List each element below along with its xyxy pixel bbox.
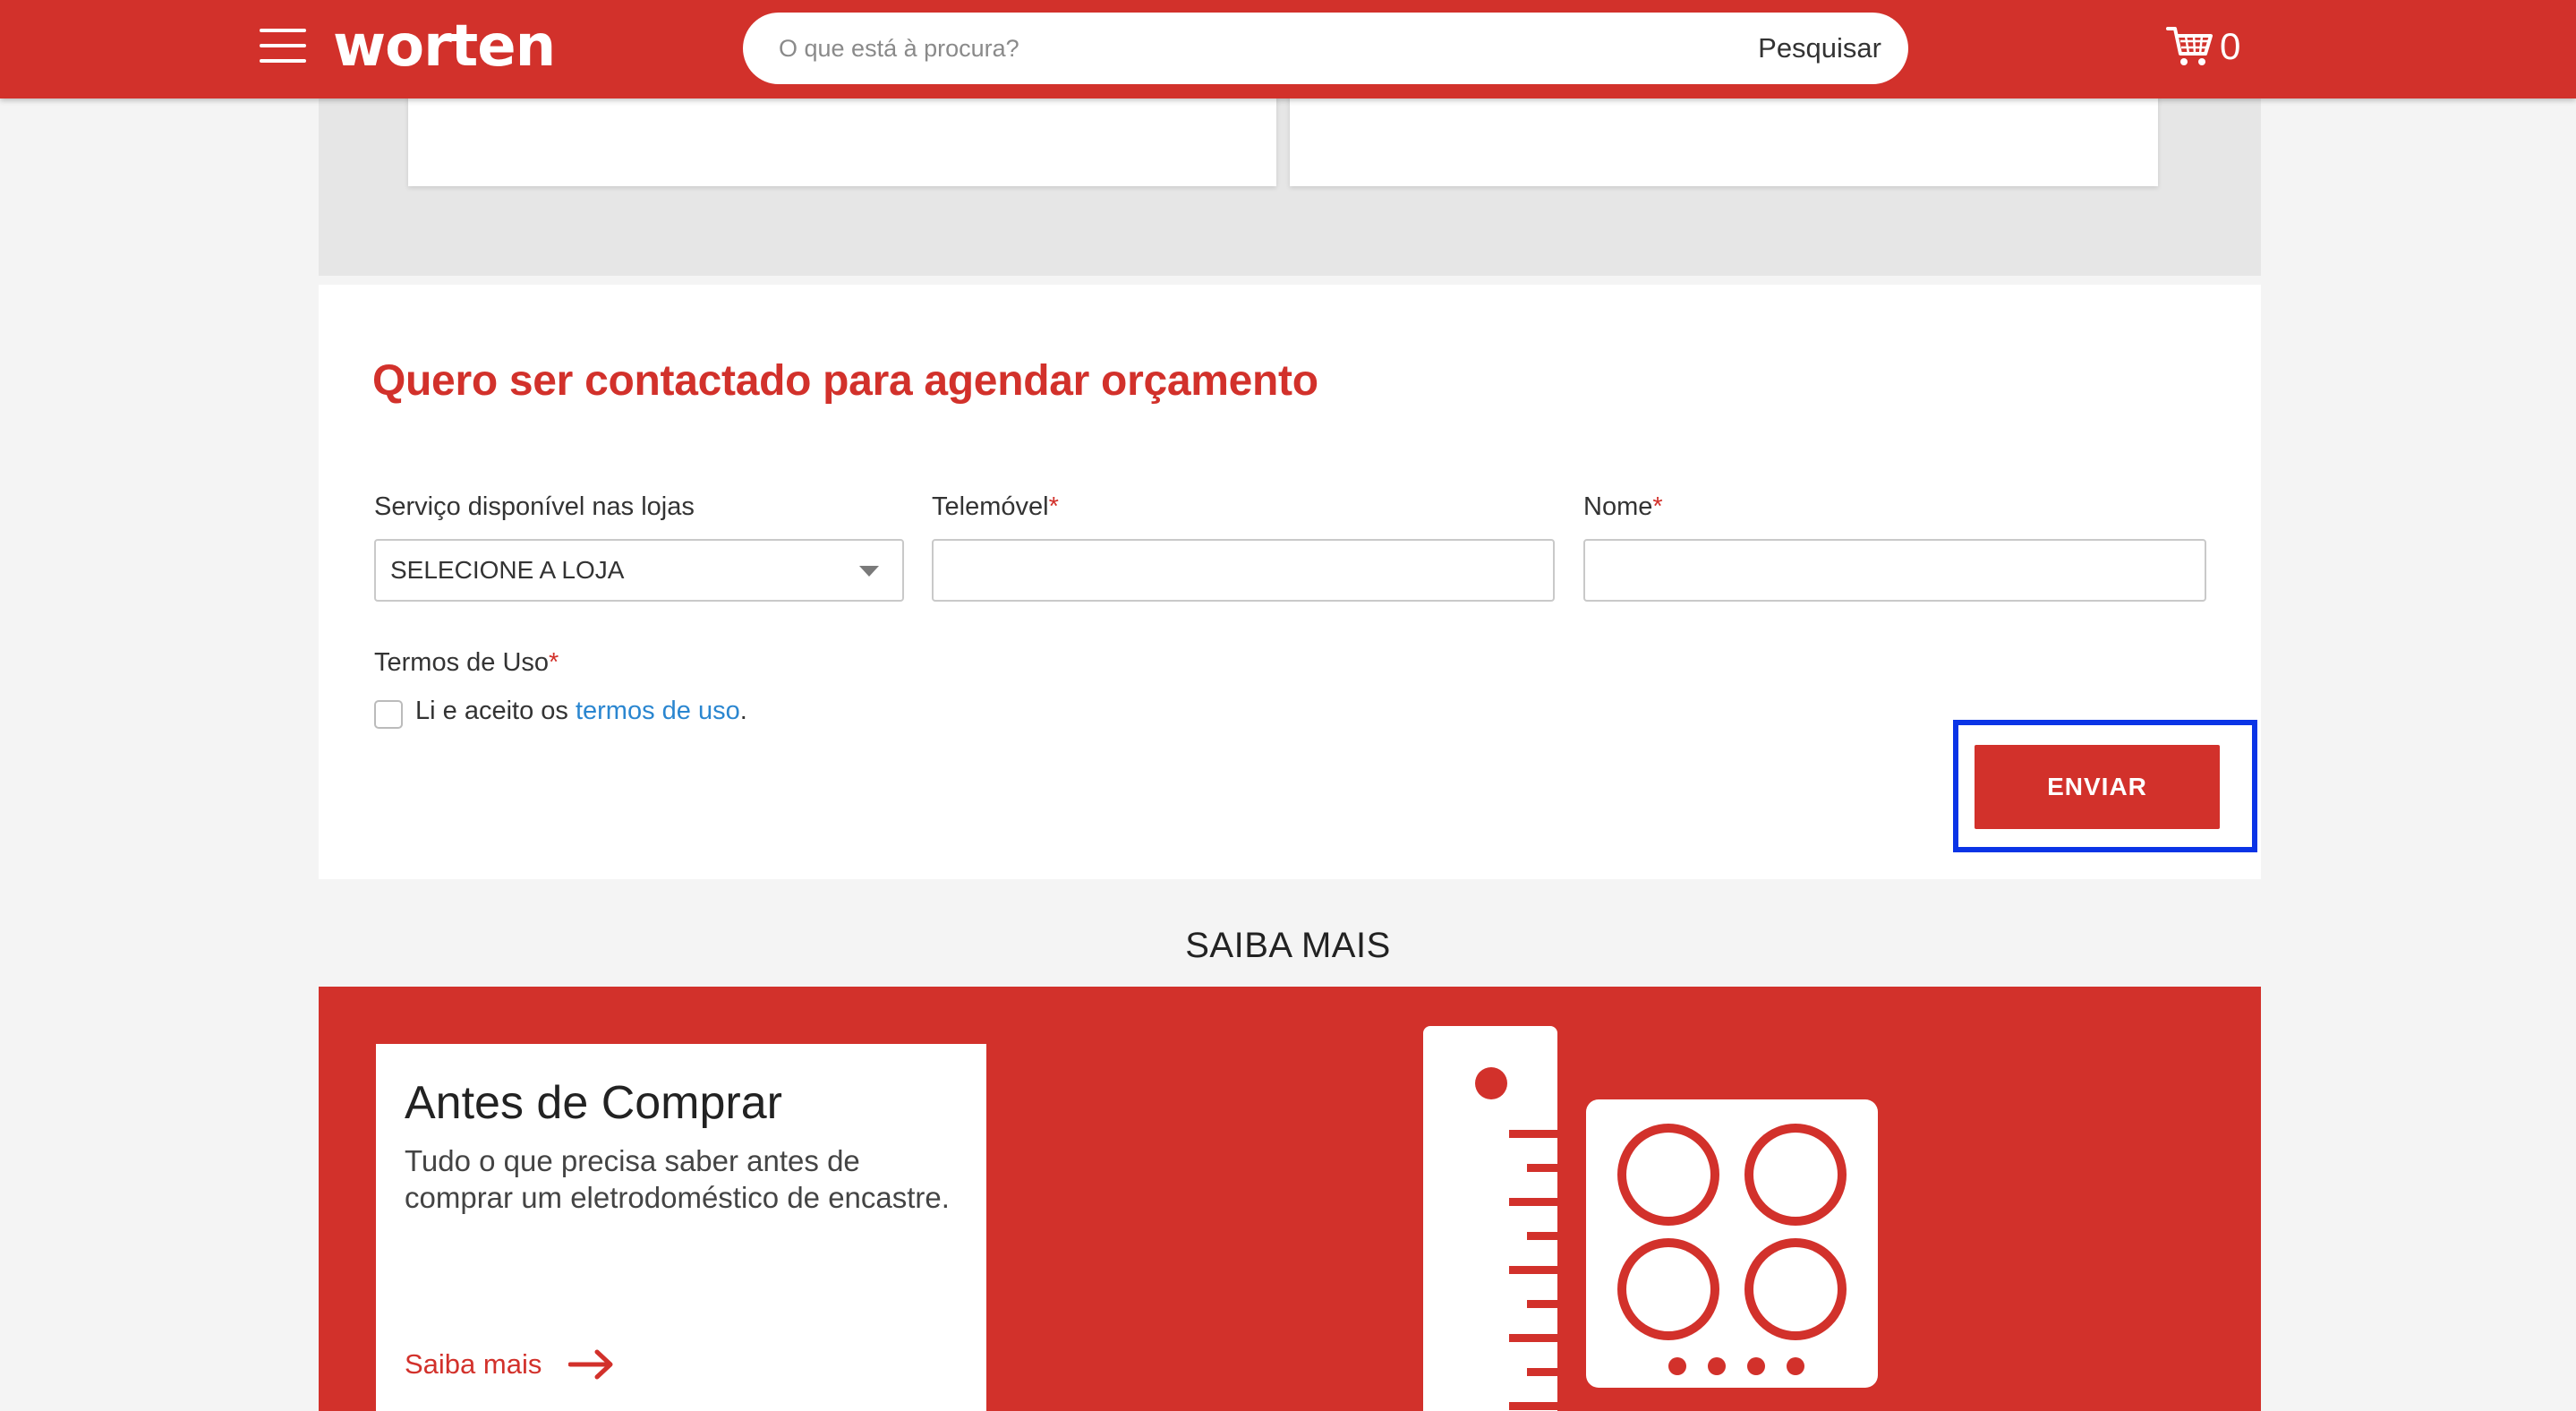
saiba-mais-title: SAIBA MAIS [1185,926,1391,965]
store-select-value: SELECIONE A LOJA [390,556,625,584]
terms-period: . [739,697,747,725]
phone-field[interactable] [932,539,1555,602]
terms-text: Li e aceito os [415,697,568,725]
search-input[interactable] [779,13,1674,84]
store-select[interactable]: SELECIONE A LOJA [374,539,904,602]
contact-form: Quero ser contactado para agendar orçame… [319,285,2261,879]
antes-de-comprar-card[interactable]: Antes de Comprar Tudo o que precisa sabe… [376,1044,986,1411]
saiba-mais-link-text: Saiba mais [405,1348,542,1380]
cart-button[interactable]: 0 [2166,21,2240,72]
form-title: Quero ser contactado para agendar orçame… [372,357,1318,405]
store-label: Serviço disponível nas lojas [374,492,695,522]
terms-label: Termos de Uso* [374,648,559,678]
name-label-text: Nome [1583,492,1653,521]
name-label: Nome* [1583,492,1663,522]
saiba-mais-banner: Antes de Comprar Tudo o que precisa sabe… [319,987,2261,1411]
arrow-right-icon [568,1349,613,1380]
worten-logo[interactable]: worten [333,11,556,82]
site-header: worten Pesquisar 0 [0,0,2576,98]
card-text: Tudo o que precisa saber antes de compra… [405,1144,950,1214]
saiba-mais-link[interactable]: Saiba mais [405,1348,615,1381]
chevron-down-icon [859,566,879,577]
terms-label-text: Termos de Uso [374,648,550,677]
phone-label: Telemóvel* [932,492,1059,522]
submit-button[interactable]: ENVIAR [1975,745,2220,829]
card-title: Antes de Comprar [405,1077,782,1129]
shopping-cart-icon [2166,27,2213,65]
terms-checkbox-label: Li e aceito os termos de uso. [415,697,747,726]
phone-label-text: Telemóvel [932,492,1049,521]
required-mark: * [1652,492,1663,521]
cooktop-ruler-illustration [1423,1026,1878,1411]
hamburger-menu-icon[interactable] [260,27,306,64]
cart-count: 0 [2220,25,2241,67]
store-label-text: Serviço disponível nas lojas [374,492,695,521]
terms-link[interactable]: termos de uso [576,697,740,725]
search-bar: Pesquisar [743,13,1908,84]
required-mark: * [549,648,559,677]
required-mark: * [1048,492,1059,521]
name-field[interactable] [1583,539,2206,602]
terms-checkbox[interactable] [374,700,403,729]
search-button[interactable]: Pesquisar [1758,13,1881,84]
